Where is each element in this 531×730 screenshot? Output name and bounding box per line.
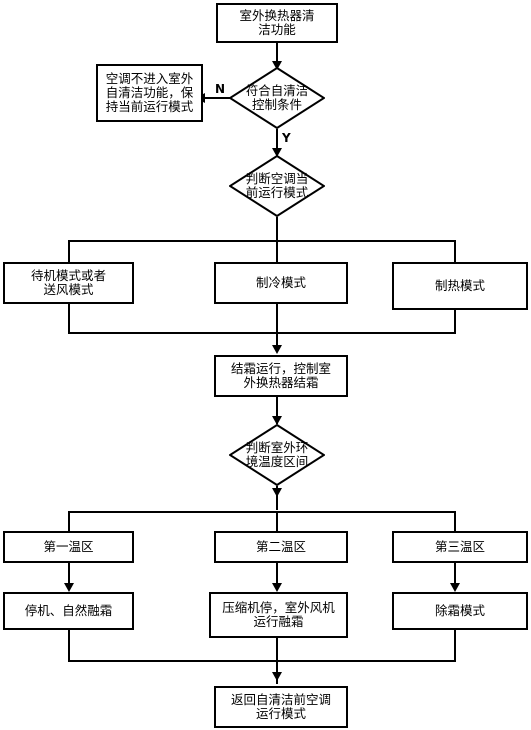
bus-modes-top-drop-center [276, 240, 278, 264]
node-decision-temp: 判断室外环 境温度区间 [229, 424, 325, 486]
arrowhead-actions-to-end [272, 672, 282, 681]
bus-modes-bottom-rise-left [68, 304, 70, 332]
node-no-branch-label: 空调不进入室外 自清洁功能，保 持当前运行模式 [105, 71, 194, 114]
node-frost-run: 结霜运行，控制室 外换热器结霜 [214, 355, 348, 397]
bus-modes-bottom [68, 332, 456, 334]
node-zone-three-label: 第三温区 [434, 539, 485, 554]
diamond-shape-temp [229, 424, 325, 486]
node-action-two: 压缩机停，室外风机 运行融霜 [209, 592, 348, 638]
arrowhead-zone-two-to-action [272, 583, 282, 592]
arrowhead-modes-to-frost [272, 345, 282, 354]
bus-actions-rise-left [68, 630, 70, 660]
bus-zones-top-drop-left [68, 511, 70, 533]
diamond-shape-condition [229, 67, 325, 129]
bus-actions-bottom [68, 660, 456, 662]
bus-modes-top-drop-right [454, 240, 456, 264]
node-decision-mode: 判断空调当 前运行模式 [229, 155, 325, 217]
node-mode-cooling: 制冷模式 [214, 262, 348, 304]
node-mode-standby: 待机模式或者 送风模式 [3, 262, 134, 304]
node-zone-two: 第二温区 [214, 531, 348, 563]
diamond-shape-mode [229, 155, 325, 217]
edge-label-no: N [215, 82, 226, 96]
edge-condition-no [203, 97, 231, 99]
node-action-one-label: 停机、自然融霜 [24, 603, 113, 618]
node-mode-heating-label: 制热模式 [434, 278, 485, 293]
node-action-three: 除霜模式 [392, 592, 528, 630]
node-action-one: 停机、自然融霜 [3, 592, 134, 630]
arrowhead-zone-one-to-action [64, 583, 74, 592]
bus-actions-rise-right [454, 630, 456, 660]
bus-zones-top-drop-center [276, 511, 278, 533]
bus-modes-top [68, 240, 456, 242]
flowchart-canvas: 室外换热器清 洁功能 符合自清洁 控制条件 N 空调不进入室外 自清洁功能，保 … [0, 0, 531, 730]
node-mode-standby-label: 待机模式或者 送风模式 [30, 268, 106, 297]
node-mode-heating: 制热模式 [392, 262, 528, 310]
node-no-branch: 空调不进入室外 自清洁功能，保 持当前运行模式 [96, 64, 203, 122]
bus-modes-bottom-rise-right [454, 310, 456, 332]
bus-zones-top [68, 511, 456, 513]
node-action-two-label: 压缩机停，室外风机 运行融霜 [222, 600, 335, 629]
node-zone-two-label: 第二温区 [255, 539, 306, 554]
node-frost-run-label: 结霜运行，控制室 外换热器结霜 [230, 361, 331, 390]
node-decision-condition: 符合自清洁 控制条件 [229, 67, 325, 129]
node-end-return: 返回自清洁前空调 运行模式 [214, 686, 348, 728]
edge-mode-to-bus [276, 217, 278, 242]
node-start-label: 室外换热器清 洁功能 [239, 8, 315, 37]
node-zone-three: 第三温区 [392, 531, 528, 563]
arrowhead-temp-to-bus [272, 488, 282, 497]
node-end-return-label: 返回自清洁前空调 运行模式 [230, 692, 331, 721]
bus-zones-top-drop-right [454, 511, 456, 533]
node-action-three-label: 除霜模式 [434, 603, 485, 618]
arrowhead-zone-three-to-action [450, 583, 460, 592]
edge-label-yes: Y [282, 131, 291, 145]
bus-modes-top-drop-left [68, 240, 70, 264]
node-start: 室外换热器清 洁功能 [216, 3, 338, 43]
node-zone-one-label: 第一温区 [43, 539, 94, 554]
node-mode-cooling-label: 制冷模式 [255, 275, 306, 290]
node-zone-one: 第一温区 [3, 531, 134, 563]
